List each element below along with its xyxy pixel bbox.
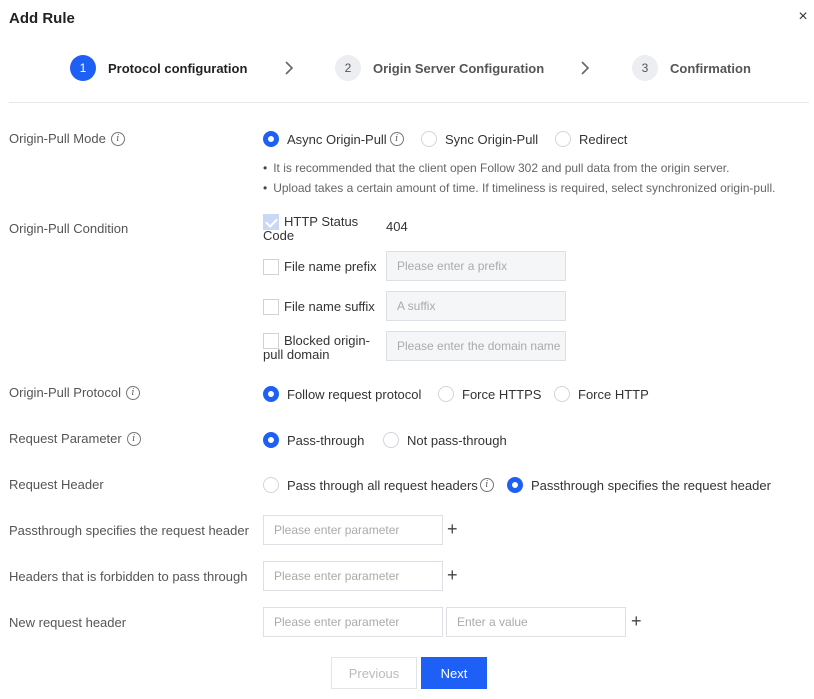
tip-text: Upload takes a certain amount of time. I… xyxy=(263,181,775,195)
close-icon[interactable]: × xyxy=(794,8,812,26)
radio-passthrough-specifies-header[interactable]: Passthrough specifies the request header xyxy=(507,477,771,493)
info-icon[interactable]: i xyxy=(126,431,141,446)
chevron-right-icon xyxy=(285,61,294,75)
dialog-title: Add Rule xyxy=(9,10,75,27)
suffix-input[interactable]: A suffix xyxy=(386,291,566,321)
http-status-label-line2: Code xyxy=(263,228,295,243)
radio-label: Sync Origin-Pull xyxy=(445,131,539,147)
file-name-prefix-checkbox[interactable] xyxy=(263,259,279,275)
radio-dot[interactable] xyxy=(421,131,437,147)
radio-label: Not pass-through xyxy=(407,432,507,448)
radio-pass-through-all-headers[interactable]: Pass through all request headers i xyxy=(263,477,494,493)
info-icon[interactable]: i xyxy=(110,131,125,146)
step-label: Origin Server Configuration xyxy=(373,60,545,76)
label-text: Origin-Pull Protocol xyxy=(9,385,121,400)
radio-dot[interactable] xyxy=(554,386,570,402)
radio-force-https[interactable]: Force HTTPS xyxy=(438,386,541,402)
radio-async-origin-pull[interactable]: Async Origin-Pull i xyxy=(263,131,404,147)
blocked-domain-label-line2: pull domain xyxy=(263,347,330,362)
radio-dot[interactable] xyxy=(383,432,399,448)
origin-pull-protocol-label: Origin-Pull Protocol i xyxy=(9,385,140,400)
add-passthrough-header-icon[interactable]: + xyxy=(447,520,458,538)
step-protocol-configuration: 1 Protocol configuration xyxy=(70,55,247,81)
step-label: Protocol configuration xyxy=(108,60,248,76)
origin-pull-condition-label: Origin-Pull Condition xyxy=(9,221,129,236)
origin-pull-mode-label: Origin-Pull Mode i xyxy=(9,131,125,146)
new-request-header-label: New request header xyxy=(9,615,127,630)
http-status-value: 404 xyxy=(386,219,408,234)
radio-label: Redirect xyxy=(579,131,628,147)
file-name-suffix-checkbox[interactable] xyxy=(263,299,279,315)
radio-dot[interactable] xyxy=(438,386,454,402)
new-header-value-input[interactable]: Enter a value xyxy=(446,607,626,637)
forbidden-header-input[interactable]: Please enter parameter xyxy=(263,561,443,591)
radio-dot[interactable] xyxy=(263,131,279,147)
divider xyxy=(9,102,809,103)
file-name-suffix-label: File name suffix xyxy=(284,299,375,314)
next-button[interactable]: Next xyxy=(421,657,487,689)
info-icon[interactable]: i xyxy=(479,478,494,492)
info-icon[interactable]: i xyxy=(389,132,404,146)
radio-dot[interactable] xyxy=(263,432,279,448)
chevron-right-icon xyxy=(581,61,590,75)
radio-redirect[interactable]: Redirect xyxy=(555,131,627,147)
radio-not-pass-through[interactable]: Not pass-through xyxy=(383,432,507,448)
request-parameter-label: Request Parameter i xyxy=(9,431,141,446)
radio-dot[interactable] xyxy=(507,477,523,493)
step-number: 1 xyxy=(70,55,96,81)
passthrough-header-label: Passthrough specifies the request header xyxy=(9,523,249,538)
http-status-label-line1: HTTP Status xyxy=(284,214,359,229)
add-forbidden-header-icon[interactable]: + xyxy=(447,566,458,584)
radio-label: Passthrough specifies the request header xyxy=(531,477,771,493)
forbidden-header-label: Headers that is forbidden to pass throug… xyxy=(9,569,248,584)
request-header-label: Request Header xyxy=(9,477,104,492)
step-origin-server-configuration: 2 Origin Server Configuration xyxy=(335,55,544,81)
step-confirmation: 3 Confirmation xyxy=(632,55,751,81)
radio-force-http[interactable]: Force HTTP xyxy=(554,386,649,402)
radio-dot[interactable] xyxy=(263,386,279,402)
blocked-domain-label-line1: Blocked origin- xyxy=(284,333,370,348)
radio-label: Force HTTP xyxy=(578,386,649,402)
previous-button[interactable]: Previous xyxy=(331,657,417,689)
blocked-domain-input[interactable]: Please enter the domain name xyxy=(386,331,566,361)
step-label: Confirmation xyxy=(670,60,751,76)
label-text: Origin-Pull Mode xyxy=(9,131,106,146)
radio-dot[interactable] xyxy=(555,131,571,147)
radio-follow-request-protocol[interactable]: Follow request protocol xyxy=(263,386,421,402)
radio-label: Follow request protocol xyxy=(287,386,422,402)
radio-sync-origin-pull[interactable]: Sync Origin-Pull xyxy=(421,131,538,147)
info-icon[interactable]: i xyxy=(126,385,140,400)
radio-pass-through[interactable]: Pass-through xyxy=(263,432,364,448)
step-number: 3 xyxy=(632,55,658,81)
tip-text: It is recommended that the client open F… xyxy=(263,161,729,175)
prefix-input[interactable]: Please enter a prefix xyxy=(386,251,566,281)
radio-label: Pass-through xyxy=(287,432,365,448)
new-header-name-input[interactable]: Please enter parameter xyxy=(263,607,443,637)
passthrough-header-input[interactable]: Please enter parameter xyxy=(263,515,443,545)
step-number: 2 xyxy=(335,55,361,81)
radio-label: Async Origin-Pull xyxy=(287,131,387,147)
radio-label: Pass through all request headers xyxy=(287,477,478,493)
label-text: Request Parameter xyxy=(9,431,122,446)
radio-dot[interactable] xyxy=(263,477,279,493)
file-name-prefix-label: File name prefix xyxy=(284,259,377,274)
add-new-header-icon[interactable]: + xyxy=(631,612,642,630)
radio-label: Force HTTPS xyxy=(462,386,542,402)
